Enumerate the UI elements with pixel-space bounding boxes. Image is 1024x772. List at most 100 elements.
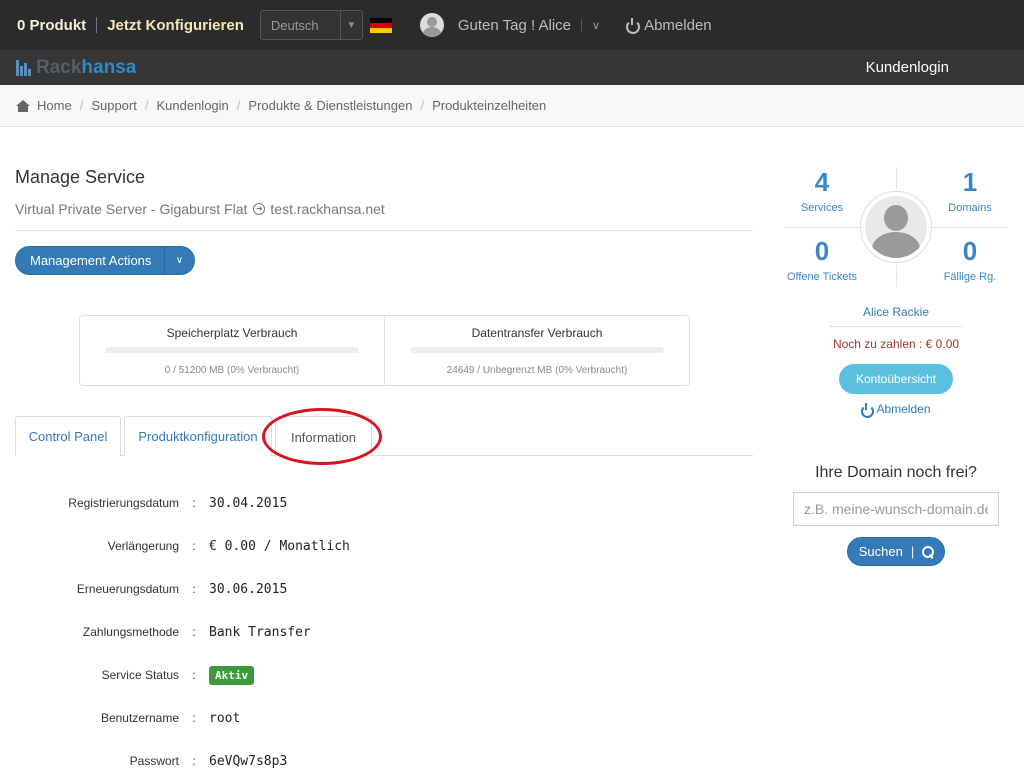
nav-kundenlogin[interactable]: Kundenlogin — [866, 59, 949, 76]
domain-search-input[interactable] — [793, 492, 999, 526]
stat-number: 4 — [814, 167, 830, 197]
bandwidth-usage-bar — [410, 347, 664, 353]
search-button-label: Suchen — [858, 544, 903, 559]
cart-link[interactable]: 0 Produkt — [0, 17, 86, 34]
status-badge: Aktiv — [209, 665, 255, 685]
info-value: 30.04.2015 — [209, 495, 288, 511]
info-row: Erneuerungsdatum: 30.06.2015 — [0, 578, 740, 600]
stats-divider — [896, 265, 897, 287]
bandwidth-usage-text: 24649 / Unbegrenzt MB (0% Verbraucht) — [446, 365, 628, 376]
breadcrumb-home[interactable]: Home — [37, 98, 72, 113]
domain-search-button[interactable]: Suchen | — [847, 537, 945, 566]
arrow-circle-icon: ➜ — [253, 203, 266, 215]
info-row: Service Status: Aktiv — [0, 664, 740, 686]
logout-label: Abmelden — [876, 402, 931, 416]
disk-usage-title: Speicherplatz Verbrauch — [166, 326, 298, 340]
language-select[interactable]: Deutsch ▼ — [259, 10, 363, 40]
brand-bar: Rack hansa Kundenlogin — [0, 50, 1024, 85]
language-value: Deutsch — [270, 17, 319, 33]
breadcrumb-separator: / — [144, 98, 149, 113]
info-colon: : — [192, 496, 196, 510]
info-colon: : — [192, 539, 196, 553]
info-value: 30.06.2015 — [209, 581, 288, 597]
info-label: Erneuerungsdatum — [76, 582, 179, 596]
stat-number: 1 — [962, 167, 978, 197]
topbar-divider — [96, 17, 98, 33]
disk-usage: Speicherplatz Verbrauch 0 / 51200 MB (0%… — [80, 316, 384, 385]
logo-text-hansa: hansa — [81, 56, 137, 78]
power-icon — [626, 18, 641, 34]
service-domain[interactable]: test.rackhansa.net — [270, 201, 384, 217]
breadcrumb-support[interactable]: Support — [91, 98, 137, 113]
button-separator: | — [910, 544, 915, 559]
bandwidth-usage-title: Datentransfer Verbrauch — [471, 326, 603, 340]
rackhansa-logo[interactable]: Rack hansa — [16, 57, 136, 79]
tab-produktkonfiguration[interactable]: Produktkonfiguration — [124, 416, 272, 456]
product-name: Virtual Private Server - Gigaburst Flat — [15, 201, 248, 217]
logo-bars-icon — [16, 59, 31, 76]
stat-number: 0 — [962, 236, 978, 266]
info-colon: : — [192, 668, 196, 682]
bandwidth-usage: Datentransfer Verbrauch 24649 / Unbegren… — [384, 316, 689, 385]
user-avatar-icon[interactable] — [419, 13, 444, 37]
user-name[interactable]: Alice Rackie — [830, 305, 962, 327]
breadcrumb-separator: / — [79, 98, 84, 113]
service-subtitle: Virtual Private Server - Gigaburst Flat … — [15, 201, 385, 217]
stats-divider — [932, 227, 1008, 228]
search-icon — [922, 546, 935, 558]
info-label: Benutzername — [100, 711, 179, 725]
stats-divider — [896, 167, 897, 189]
greeting-menu[interactable]: Guten Tag ! Alice — [458, 17, 571, 34]
home-icon — [16, 99, 30, 112]
title-divider — [15, 230, 753, 231]
info-colon: : — [192, 754, 196, 768]
power-icon — [861, 402, 875, 418]
info-label: Service Status — [101, 668, 179, 682]
info-label: Passwort — [129, 754, 179, 768]
logout-label: Abmelden — [644, 16, 712, 34]
info-row: Passwort: 6eVQw7s8p3 — [0, 750, 740, 772]
info-label: Zahlungsmethode — [82, 625, 179, 639]
info-colon: : — [192, 582, 196, 596]
info-row: Verlängerung: € 0.00 / Monatlich — [0, 535, 740, 557]
stat-label: Services — [800, 202, 844, 214]
german-flag-icon[interactable] — [369, 17, 392, 33]
breadcrumb-kundenlogin[interactable]: Kundenlogin — [156, 98, 228, 113]
stat-number: 0 — [814, 236, 830, 266]
management-actions-button[interactable]: Management Actions ∨ — [15, 246, 195, 275]
stat-label: Domains — [948, 202, 992, 214]
stat-domains[interactable]: 1 Domains — [930, 167, 1010, 214]
info-value: € 0.00 / Monatlich — [209, 538, 350, 554]
breadcrumb-separator: / — [420, 98, 425, 113]
info-label: Registrierungsdatum — [68, 496, 179, 510]
user-avatar-icon — [860, 191, 932, 263]
service-tabs: Control Panel Produktkonfiguration Infor… — [15, 416, 753, 457]
info-value: Bank Transfer — [209, 624, 311, 640]
stat-open-tickets[interactable]: 0 Offene Tickets — [772, 236, 872, 283]
disk-usage-bar — [105, 347, 359, 353]
breadcrumb-product-details: Produkteinzelheiten — [432, 98, 547, 113]
tab-control-panel[interactable]: Control Panel — [15, 416, 121, 456]
breadcrumb-products[interactable]: Produkte & Dienstleistungen — [248, 98, 412, 113]
logout-link-sidebar[interactable]: Abmelden — [800, 402, 992, 418]
info-value: root — [209, 710, 241, 726]
page-title: Manage Service — [15, 167, 146, 187]
breadcrumb-separator: / — [236, 98, 241, 113]
highlight-annotation — [262, 408, 382, 465]
info-row: Benutzername: root — [0, 707, 740, 729]
account-overview-button[interactable]: Kontoübersicht — [839, 364, 953, 394]
chevron-down-icon: ▼ — [339, 11, 362, 39]
info-colon: : — [192, 711, 196, 725]
logo-text-rack: Rack — [36, 56, 82, 78]
configure-link[interactable]: Jetzt Konfigurieren — [107, 17, 244, 34]
chevron-down-icon[interactable]: ∨ — [581, 18, 600, 32]
chevron-down-icon[interactable]: ∨ — [164, 247, 194, 274]
stat-services[interactable]: 4 Services — [782, 167, 862, 214]
info-value: 6eVQw7s8p3 — [209, 753, 288, 769]
disk-usage-text: 0 / 51200 MB (0% Verbraucht) — [164, 365, 300, 376]
stat-due-invoices[interactable]: 0 Fällige Rg. — [930, 236, 1010, 283]
logout-link-top[interactable]: Abmelden — [626, 17, 712, 34]
stats-divider — [784, 227, 860, 228]
breadcrumb: Home / Support / Kundenlogin / Produkte … — [0, 85, 1024, 127]
info-label: Verlängerung — [107, 539, 179, 553]
